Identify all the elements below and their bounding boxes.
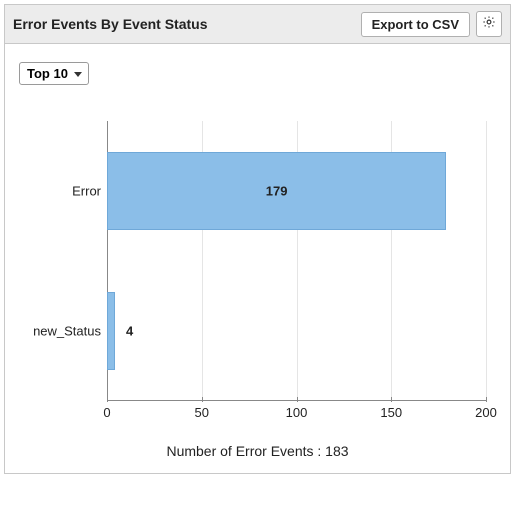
y-category-label: new_Status	[21, 324, 101, 339]
filter-row: Top 10	[19, 62, 496, 85]
x-tick-label: 100	[286, 405, 308, 420]
bars-container: 1794	[107, 121, 486, 401]
bar	[107, 292, 115, 370]
y-axis-labels: Error new_Status	[19, 121, 107, 401]
y-category-label: Error	[21, 184, 101, 199]
topn-select[interactable]: Top 10	[19, 62, 89, 85]
x-tick-label: 0	[103, 405, 110, 420]
bar-row: 179	[107, 152, 486, 230]
bar-chart: Errornew_Status 1794 050100150200	[19, 121, 496, 441]
x-tick-label: 200	[475, 405, 497, 420]
plot-area: 1794	[107, 121, 486, 401]
bar-row: 4	[107, 292, 486, 370]
gear-icon	[482, 15, 496, 34]
gridline	[486, 121, 487, 401]
panel-title: Error Events By Event Status	[13, 16, 208, 32]
x-tick-label: 50	[195, 405, 209, 420]
panel-body: Top 10 Errornew_Status 1794 050100150200…	[5, 44, 510, 473]
x-tick-label: 150	[380, 405, 402, 420]
chart-panel: Error Events By Event Status Export to C…	[4, 4, 511, 474]
x-axis-ticks: 050100150200	[107, 401, 486, 441]
panel-header: Error Events By Event Status Export to C…	[5, 5, 510, 44]
settings-button[interactable]	[476, 11, 502, 37]
topn-select-label: Top 10	[27, 66, 68, 81]
x-axis-title: Number of Error Events : 183	[19, 443, 496, 459]
tick-mark	[486, 397, 487, 402]
export-csv-button[interactable]: Export to CSV	[361, 12, 470, 37]
bar-value-label: 179	[266, 184, 288, 199]
bar-value-label: 4	[126, 324, 133, 339]
header-actions: Export to CSV	[361, 11, 502, 37]
